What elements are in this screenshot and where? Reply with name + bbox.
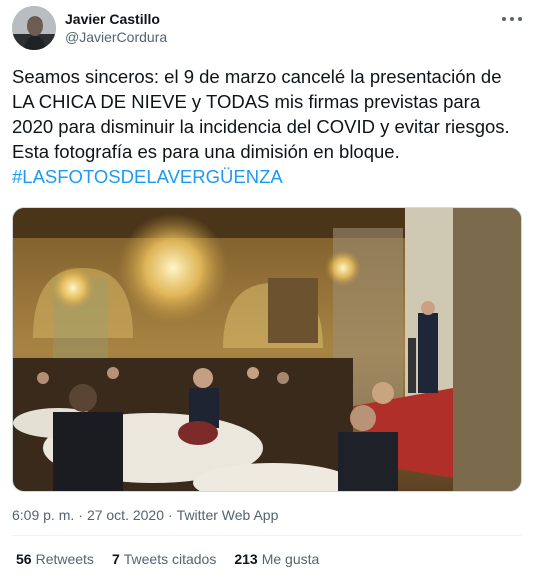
more-horizontal-icon[interactable]: [502, 12, 522, 26]
hashtag-link[interactable]: #LASFOTOSDELAVERGÜENZA: [12, 166, 283, 187]
likes-count: 213: [234, 551, 258, 567]
tweet-stats: 56 Retweets 7 Tweets citados 213 Me gusta: [16, 551, 319, 567]
tweet-text: Seamos sinceros: el 9 de marzo cancelé l…: [12, 64, 524, 189]
quotes-label: Tweets citados: [123, 551, 217, 567]
tweet-date[interactable]: 27 oct. 2020: [87, 507, 164, 523]
divider: [12, 535, 522, 536]
avatar[interactable]: [12, 6, 56, 50]
tweet-source[interactable]: Twitter Web App: [177, 507, 279, 523]
retweets-stat[interactable]: 56 Retweets: [16, 551, 94, 567]
tweet-header: Javier Castillo @JavierCordura: [12, 6, 522, 54]
retweets-count: 56: [16, 551, 32, 567]
retweets-label: Retweets: [35, 551, 94, 567]
display-name[interactable]: Javier Castillo: [65, 10, 167, 28]
tweet-photo[interactable]: [12, 207, 522, 492]
tweet-time[interactable]: 6:09 p. m.: [12, 507, 74, 523]
tweet-body: Seamos sinceros: el 9 de marzo cancelé l…: [12, 66, 510, 162]
meta-separator-2: ·: [168, 507, 173, 523]
quotes-stat[interactable]: 7 Tweets citados: [112, 551, 216, 567]
meta-separator: ·: [78, 507, 83, 523]
user-handle[interactable]: @JavierCordura: [65, 28, 167, 46]
quotes-count: 7: [111, 551, 120, 567]
user-info: Javier Castillo @JavierCordura: [65, 10, 167, 46]
tweet-meta: 6:09 p. m. · 27 oct. 2020 · Twitter Web App: [12, 507, 278, 523]
likes-label: Me gusta: [261, 551, 320, 567]
likes-stat[interactable]: 213 Me gusta: [234, 551, 319, 567]
